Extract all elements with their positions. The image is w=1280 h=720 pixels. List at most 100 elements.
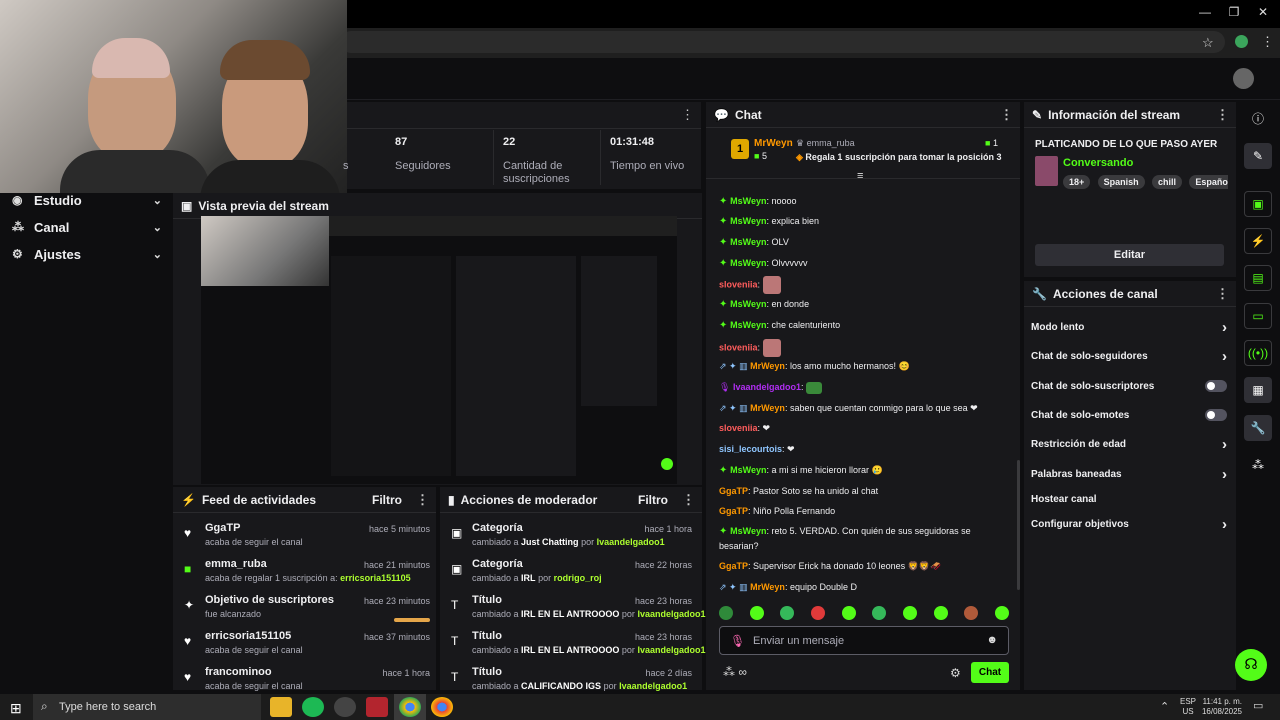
chat-username[interactable]: GgaTP — [719, 486, 748, 496]
minimize-button[interactable]: — — [1190, 5, 1220, 23]
mod-item[interactable]: T Título hace 23 horas cambiado a IRL EN EL… — [451, 594, 705, 630]
chat-username[interactable]: sloveniia — [719, 423, 758, 433]
feed-item[interactable]: ♥ erricsoria151105 hace 37 minutos acaba de… — [184, 630, 430, 666]
toggle-switch[interactable] — [1205, 409, 1227, 421]
channel-action-item[interactable]: Chat de solo-seguidores › — [1031, 347, 1227, 365]
lightning-rail-icon[interactable]: ⚡ — [1244, 228, 1272, 254]
emote-button[interactable] — [872, 606, 887, 620]
chat-username[interactable]: MsWeyn — [730, 196, 766, 206]
chat-username[interactable]: sloveniia — [719, 279, 758, 289]
tag[interactable]: Spanish — [1097, 175, 1145, 189]
channel-action-item[interactable]: Palabras baneadas › — [1031, 465, 1227, 483]
feed-item[interactable]: ✦ Objetivo de suscriptores hace 23 minutos… — [184, 594, 430, 630]
feed-menu-icon[interactable]: ⋮ — [416, 492, 429, 508]
feed-item-title[interactable]: francominoo — [205, 666, 272, 678]
stream-category[interactable]: Conversando — [1063, 157, 1133, 169]
mod-rail-icon[interactable]: ▦ — [1244, 377, 1272, 403]
chat-username[interactable]: GgaTP — [719, 506, 748, 516]
emote-button[interactable] — [719, 606, 733, 620]
emote-button[interactable] — [749, 606, 764, 620]
chat-username[interactable]: Ivaandelgadoo1 — [733, 382, 801, 392]
pinned-user[interactable]: MrWeyn — [754, 138, 793, 149]
taskbar-search[interactable]: ⌕ Type here to search — [33, 694, 261, 720]
mod-filter-button[interactable]: Filtro — [638, 493, 668, 507]
channel-action-item[interactable]: Chat de solo-suscriptores — [1031, 377, 1227, 395]
stream-preview[interactable] — [201, 216, 677, 484]
nav-ajustes[interactable]: ⚙ Ajustes ⌄ — [12, 243, 162, 265]
language-indicator[interactable]: ESP US — [1180, 697, 1196, 717]
chat-username[interactable]: MsWeyn — [730, 465, 766, 475]
chat-username[interactable]: MrWeyn — [750, 403, 785, 413]
toggle-switch[interactable] — [1205, 380, 1227, 392]
emote-button[interactable] — [780, 606, 795, 620]
support-headset-icon[interactable]: ☊ — [1235, 649, 1267, 681]
restore-button[interactable]: ❐ — [1219, 5, 1249, 23]
emote-button[interactable] — [810, 606, 825, 620]
chat-username[interactable]: MsWeyn — [730, 320, 766, 330]
chat-username[interactable]: MsWeyn — [730, 216, 766, 226]
apps-icon[interactable]: ⁂ — [1252, 458, 1264, 472]
pinned-gifter[interactable]: emma_ruba — [807, 138, 855, 148]
clock[interactable]: 11:41 p. m. 16/08/2025 — [1200, 697, 1242, 717]
chat-menu-icon[interactable]: ⋮ — [1000, 107, 1013, 123]
tag[interactable]: 18+ — [1063, 175, 1091, 189]
tag[interactable]: chill — [1151, 175, 1182, 189]
chat-username[interactable]: MrWeyn — [750, 582, 785, 592]
collapse-pinned-icon[interactable]: ≡ — [857, 170, 863, 182]
emote-button[interactable] — [902, 606, 917, 620]
user-avatar[interactable] — [1233, 68, 1254, 89]
preview-rail-icon[interactable]: ▣ — [1244, 191, 1272, 217]
feed-item-title[interactable]: Objetivo de suscriptores — [205, 594, 334, 606]
info-icon[interactable]: ⓘ — [1252, 110, 1264, 127]
feed-filter-button[interactable]: Filtro — [372, 493, 402, 507]
mic-icon[interactable]: 🎙 — [730, 634, 745, 648]
file-explorer-icon[interactable] — [270, 697, 292, 717]
channel-action-item[interactable]: Hostear canal — [1031, 490, 1227, 508]
address-bar[interactable] — [340, 31, 1225, 53]
list-rail-icon[interactable]: ▤ — [1244, 265, 1272, 291]
send-chat-button[interactable]: Chat — [971, 662, 1009, 683]
points-icon[interactable]: ⁂ ∞ — [723, 665, 747, 679]
chrome-icon[interactable] — [431, 697, 453, 717]
channel-action-item[interactable]: Configurar objetivos › — [1031, 515, 1227, 533]
emote-button[interactable] — [994, 606, 1009, 620]
emote-button[interactable] — [841, 606, 856, 620]
obs-icon[interactable] — [334, 697, 356, 717]
chat-rail-icon[interactable]: ▭ — [1244, 303, 1272, 329]
broadcast-rail-icon[interactable]: ((•)) — [1244, 340, 1272, 366]
nav-estudio[interactable]: ◉ Estudio ⌄ — [12, 189, 162, 211]
chat-settings-icon[interactable]: ⚙ — [950, 666, 961, 680]
mod-item-user[interactable]: Ivaandelgadoo1 — [597, 537, 665, 547]
channel-action-item[interactable]: Restricción de edad › — [1031, 435, 1227, 453]
mod-item-user[interactable]: Ivaandelgadoo1 — [619, 681, 687, 691]
notification-icon[interactable]: ▭ — [1253, 699, 1263, 712]
emoji-picker-icon[interactable]: ☻ — [986, 634, 998, 646]
chat-username[interactable]: MsWeyn — [730, 526, 766, 536]
bookmark-star-icon[interactable]: ☆ — [1202, 35, 1214, 51]
chat-username[interactable]: MsWeyn — [730, 237, 766, 247]
feed-item-title[interactable]: erricsoria151105 — [205, 630, 291, 642]
nav-canal[interactable]: ⁂ Canal ⌄ — [12, 216, 162, 238]
edit-stream-button[interactable]: Editar — [1035, 244, 1224, 266]
edit-rail-icon[interactable]: ✎ — [1244, 143, 1272, 169]
windows-start-icon[interactable]: ⊞ — [10, 700, 22, 717]
voicemeeter-icon[interactable] — [366, 697, 388, 717]
feed-item[interactable]: ■ emma_ruba hace 21 minutos acaba de regala… — [184, 558, 430, 594]
channel-action-item[interactable]: Chat de solo-emotes — [1031, 406, 1227, 424]
chat-username[interactable]: GgaTP — [719, 561, 748, 571]
spotify-icon[interactable] — [302, 697, 324, 717]
browser-menu-icon[interactable]: ⋮ — [1261, 34, 1274, 50]
chat-input[interactable]: 🎙 Enviar un mensaje ☻ — [719, 626, 1009, 655]
profile-icon[interactable] — [1235, 35, 1248, 48]
feed-item-link[interactable]: erricsoria151105 — [340, 573, 411, 583]
emote-button[interactable] — [933, 606, 948, 620]
chat-username[interactable]: MsWeyn — [730, 299, 766, 309]
stats-menu-icon[interactable]: ⋮ — [681, 107, 694, 123]
mod-item[interactable]: ▣ Categoría hace 22 horas cambiado a IRL po… — [451, 558, 692, 594]
wrench-rail-icon[interactable]: 🔧 — [1244, 415, 1272, 441]
emote-button[interactable] — [964, 606, 979, 620]
chat-username[interactable]: MrWeyn — [750, 361, 785, 371]
close-button[interactable]: ✕ — [1248, 5, 1278, 23]
chrome-icon[interactable] — [399, 697, 421, 717]
feed-item-title[interactable]: GgaTP — [205, 522, 240, 534]
